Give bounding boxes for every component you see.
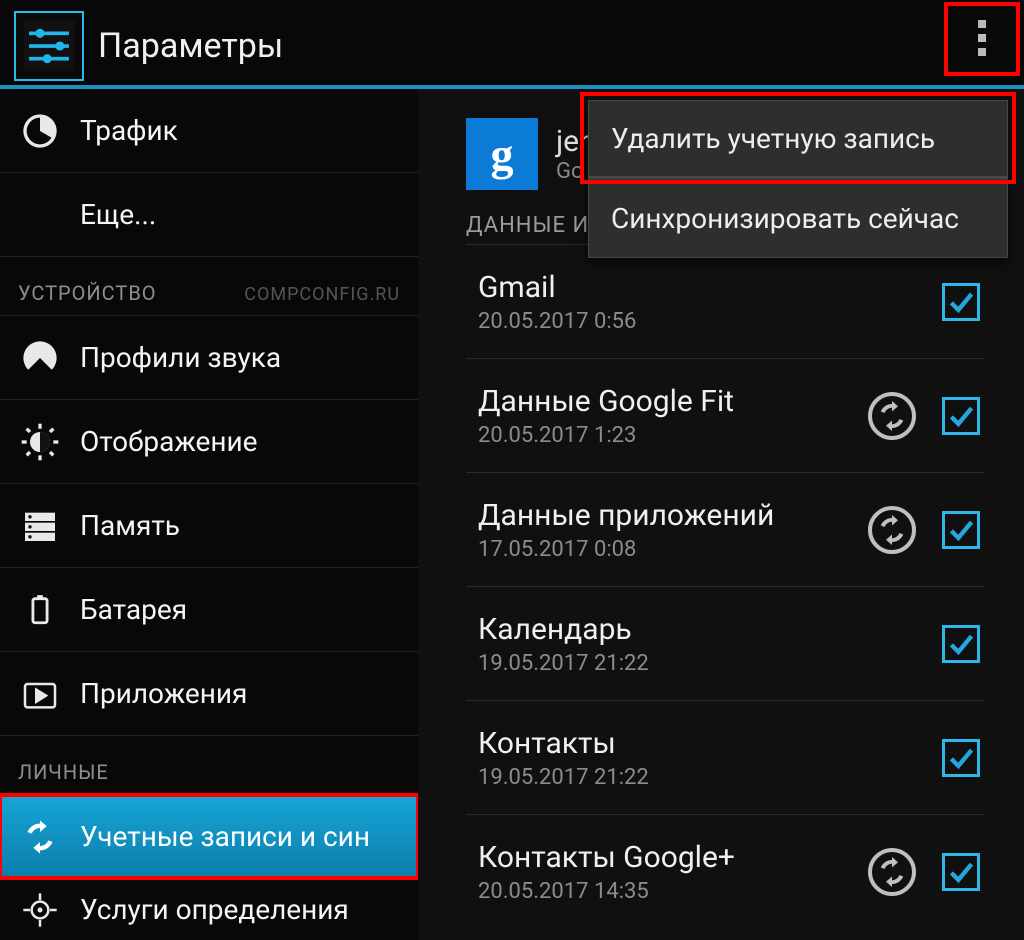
section-header-personal: ЛИЧНЫЕ bbox=[0, 736, 418, 795]
page-title: Параметры bbox=[98, 26, 283, 66]
sidebar-item-traffic[interactable]: Трафик bbox=[0, 89, 418, 173]
sidebar-item-label: Приложения bbox=[80, 677, 247, 710]
sync-item-time: 17.05.2017 0:08 bbox=[478, 537, 868, 562]
menu-item-sync-now[interactable]: Синхронизировать сейчас bbox=[589, 179, 1007, 257]
sync-item-time: 20.05.2017 14:35 bbox=[478, 879, 868, 904]
sidebar-item-label: Услуги определения bbox=[80, 893, 349, 926]
sync-checkbox[interactable] bbox=[942, 625, 980, 663]
settings-categories: Трафик Еще... УСТРОЙСТВО COMPCONFIG.RU П… bbox=[0, 89, 418, 940]
section-header-device: УСТРОЙСТВО COMPCONFIG.RU bbox=[0, 257, 418, 316]
battery-icon bbox=[18, 588, 62, 632]
data-usage-icon bbox=[18, 109, 62, 153]
sync-item-title: Календарь bbox=[478, 612, 942, 647]
action-bar: Параметры bbox=[0, 0, 1024, 85]
annotation-highlight bbox=[944, 2, 1020, 76]
apps-icon bbox=[18, 672, 62, 716]
sidebar-item-label: Батарея bbox=[80, 593, 187, 626]
sidebar-item-label: Еще... bbox=[80, 198, 156, 231]
brightness-icon bbox=[18, 420, 62, 464]
section-label: УСТРОЙСТВО bbox=[18, 281, 157, 305]
sync-list: Gmail 20.05.2017 0:56 Данные Google Fit … bbox=[466, 244, 984, 928]
sound-icon bbox=[18, 336, 62, 380]
sidebar-item-label: Память bbox=[80, 509, 180, 542]
sync-checkbox[interactable] bbox=[942, 739, 980, 777]
sync-checkbox[interactable] bbox=[942, 283, 980, 321]
sync-item-time: 19.05.2017 21:22 bbox=[478, 651, 942, 676]
google-account-icon: g bbox=[466, 118, 538, 190]
sync-checkbox[interactable] bbox=[942, 511, 980, 549]
sidebar-item-sound-profiles[interactable]: Профили звука bbox=[0, 316, 418, 400]
sidebar-item-label: Трафик bbox=[80, 114, 178, 147]
sync-item-title: Данные приложений bbox=[478, 498, 868, 533]
watermark-text: COMPCONFIG.RU bbox=[244, 284, 400, 305]
sidebar-item-battery[interactable]: Батарея bbox=[0, 568, 418, 652]
sidebar-item-display[interactable]: Отображение bbox=[0, 400, 418, 484]
storage-icon bbox=[18, 504, 62, 548]
sync-checkbox[interactable] bbox=[942, 853, 980, 891]
refresh-icon bbox=[868, 506, 916, 554]
refresh-icon bbox=[868, 848, 916, 896]
sidebar-item-accounts-sync[interactable]: Учетные записи и син bbox=[0, 795, 418, 879]
sync-icon bbox=[18, 815, 62, 859]
sync-item[interactable]: Данные Google Fit 20.05.2017 1:23 bbox=[466, 358, 984, 472]
sync-item[interactable]: Данные приложений 17.05.2017 0:08 bbox=[466, 472, 984, 586]
sync-item[interactable]: Gmail 20.05.2017 0:56 bbox=[466, 244, 984, 358]
sync-item-title: Gmail bbox=[478, 270, 942, 305]
sidebar-item-more[interactable]: Еще... bbox=[0, 173, 418, 257]
location-icon bbox=[18, 888, 62, 932]
sync-item-time: 19.05.2017 21:22 bbox=[478, 765, 942, 790]
section-label: ЛИЧНЫЕ bbox=[18, 760, 109, 784]
sync-item-time: 20.05.2017 0:56 bbox=[478, 309, 942, 334]
sync-item-time: 20.05.2017 1:23 bbox=[478, 423, 868, 448]
sync-item[interactable]: Контакты 19.05.2017 21:22 bbox=[466, 700, 984, 814]
sync-item-title: Контакты Google+ bbox=[478, 840, 868, 875]
sidebar-item-apps[interactable]: Приложения bbox=[0, 652, 418, 736]
sync-item-title: Данные Google Fit bbox=[478, 384, 868, 419]
sidebar-item-label: Профили звука bbox=[80, 341, 281, 374]
refresh-icon bbox=[868, 392, 916, 440]
sidebar-item-location[interactable]: Услуги определения bbox=[0, 879, 418, 940]
sync-checkbox[interactable] bbox=[942, 397, 980, 435]
annotation-highlight bbox=[580, 92, 1016, 184]
sync-item-title: Контакты bbox=[478, 726, 942, 761]
sidebar-item-label: Отображение bbox=[80, 425, 258, 458]
settings-app-icon bbox=[14, 11, 84, 81]
sidebar-item-storage[interactable]: Память bbox=[0, 484, 418, 568]
menu-item-label: Синхронизировать сейчас bbox=[611, 202, 959, 235]
sync-item[interactable]: Календарь 19.05.2017 21:22 bbox=[466, 586, 984, 700]
sidebar-item-label: Учетные записи и син bbox=[80, 820, 370, 853]
sync-item[interactable]: Контакты Google+ 20.05.2017 14:35 bbox=[466, 814, 984, 928]
screen: Параметры Трафик Еще... УСТРОЙСТВО COMPC… bbox=[0, 0, 1024, 940]
